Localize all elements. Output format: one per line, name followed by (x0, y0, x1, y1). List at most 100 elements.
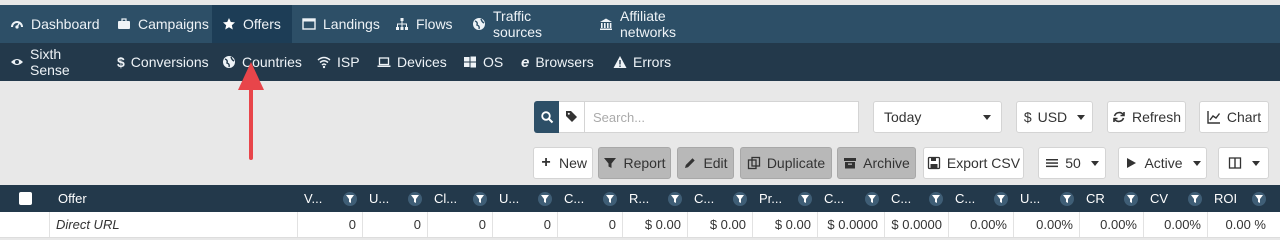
subnav-countries[interactable]: Countries (212, 43, 307, 81)
pencil-icon (683, 156, 697, 170)
filter-icon[interactable] (798, 191, 812, 206)
filter-icon[interactable] (865, 191, 879, 206)
column-header-unique-visits[interactable]: U... (363, 185, 428, 212)
nav-flows[interactable]: Flows (385, 5, 462, 43)
table-header: Offer V... U... Cl... U... C... R... C..… (0, 185, 1280, 212)
nav-label: Affiliate networks (620, 8, 677, 40)
filter-icon[interactable] (1252, 191, 1266, 206)
columns-select[interactable] (1218, 147, 1269, 179)
column-header-roi[interactable]: ROI (1208, 185, 1272, 212)
archive-button[interactable]: Archive (837, 147, 916, 179)
report-label: Report (623, 155, 666, 171)
filter-icon[interactable] (343, 191, 357, 206)
new-label: New (558, 155, 587, 171)
cpv-cell: $ 0.0000 (818, 212, 885, 237)
nav-label: Offers (243, 16, 281, 32)
nav-offers[interactable]: Offers (212, 5, 292, 43)
warning-icon (613, 55, 627, 69)
duplicate-button[interactable]: Duplicate (740, 147, 832, 179)
subnav-devices[interactable]: Devices (367, 43, 453, 81)
ctr-cell: 0.00% (949, 212, 1014, 237)
subnav-isp[interactable]: ISP (307, 43, 367, 81)
table-row[interactable]: Direct URL 0 0 0 0 0 $ 0.00 $ 0.00 $ 0.0… (0, 212, 1280, 238)
filter-icon[interactable] (668, 191, 682, 206)
filter-icon[interactable] (994, 191, 1008, 206)
filter-icon[interactable] (733, 191, 747, 206)
column-header-unique-clicks[interactable]: U... (493, 185, 558, 212)
column-header-offer[interactable]: Offer (50, 185, 298, 212)
cr-cell: 0.00% (1080, 212, 1144, 237)
eye-icon (10, 55, 24, 69)
nav-campaigns[interactable]: Campaigns (107, 5, 212, 43)
edit-button[interactable]: Edit (677, 147, 734, 179)
column-header-cv[interactable]: CV (1144, 185, 1208, 212)
column-header-cost[interactable]: C... (688, 185, 753, 212)
line-chart-icon (1207, 110, 1221, 124)
column-header-uctr[interactable]: U... (1014, 185, 1080, 212)
filter-icon[interactable] (1188, 191, 1202, 206)
windows-icon (463, 55, 477, 69)
visits-cell: 0 (298, 212, 363, 237)
filter-icon[interactable] (1060, 191, 1074, 206)
date-range-select[interactable]: Today (873, 101, 1002, 133)
clicks-cell: 0 (428, 212, 493, 237)
cpc-cell: $ 0.0000 (885, 212, 949, 237)
nav-affiliate-networks[interactable]: Affiliate networks (589, 5, 735, 43)
chart-button[interactable]: Chart (1199, 101, 1269, 133)
column-header-revenue[interactable]: R... (623, 185, 688, 212)
status-value: Active (1144, 155, 1183, 171)
column-header-profit[interactable]: Pr... (753, 185, 818, 212)
subnav-label: Sixth Sense (30, 46, 70, 78)
briefcase-icon (117, 17, 131, 31)
filter-icon[interactable] (538, 191, 552, 206)
select-all-checkbox[interactable] (18, 192, 32, 205)
nav-dashboard[interactable]: Dashboard (0, 5, 107, 43)
page-size-select[interactable]: 50 (1038, 147, 1106, 179)
currency-select[interactable]: $ USD (1016, 101, 1093, 133)
subnav-os[interactable]: OS (453, 43, 511, 81)
subnav-errors[interactable]: Errors (603, 43, 683, 81)
offer-name-cell[interactable]: Direct URL (50, 212, 298, 237)
nav-landings[interactable]: Landings (292, 5, 385, 43)
column-header-cpv[interactable]: C... (818, 185, 885, 212)
subnav-conversions[interactable]: $ Conversions (107, 43, 212, 81)
archive-icon (843, 156, 857, 170)
save-icon (927, 156, 941, 170)
tag-filter-button[interactable] (559, 101, 585, 133)
list-icon (1045, 156, 1059, 170)
nav-traffic-sources[interactable]: Traffic sources (462, 5, 589, 43)
column-header-clicks[interactable]: Cl... (428, 185, 493, 212)
profit-cell: $ 0.00 (753, 212, 818, 237)
status-select[interactable]: Active (1118, 147, 1207, 179)
column-label: U... (499, 191, 520, 206)
column-header-ctr[interactable]: C... (949, 185, 1014, 212)
refresh-button[interactable]: Refresh (1107, 101, 1186, 133)
column-header-visits[interactable]: V... (298, 185, 363, 212)
filter-icon[interactable] (408, 191, 422, 206)
new-button[interactable]: + New (533, 147, 593, 179)
refresh-label: Refresh (1131, 109, 1182, 125)
search-input[interactable] (585, 101, 859, 133)
search-button[interactable] (534, 101, 559, 133)
subnav-browsers[interactable]: e Browsers (511, 43, 603, 81)
nav-label: Campaigns (138, 16, 209, 32)
report-button[interactable]: Report (598, 147, 671, 179)
revenue-cell: $ 0.00 (623, 212, 688, 237)
refresh-icon (1112, 110, 1126, 124)
search-icon (540, 110, 554, 124)
sitemap-icon (395, 17, 409, 31)
filter-icon[interactable] (1124, 191, 1138, 206)
subnav-sixth-sense[interactable]: Sixth Sense (0, 43, 107, 81)
filter-icon[interactable] (929, 191, 943, 206)
filter-icon[interactable] (603, 191, 617, 206)
filter-icon[interactable] (473, 191, 487, 206)
dollar-icon: $ (117, 54, 125, 70)
subnav-label: OS (483, 54, 504, 70)
column-header-cr[interactable]: CR (1080, 185, 1144, 212)
column-header-conversions[interactable]: C... (558, 185, 623, 212)
column-header-cpc[interactable]: C... (885, 185, 949, 212)
export-csv-button[interactable]: Export CSV (923, 147, 1024, 179)
cv-cell: 0.00% (1144, 212, 1208, 237)
cost-cell: $ 0.00 (688, 212, 753, 237)
copy-icon (747, 156, 761, 170)
